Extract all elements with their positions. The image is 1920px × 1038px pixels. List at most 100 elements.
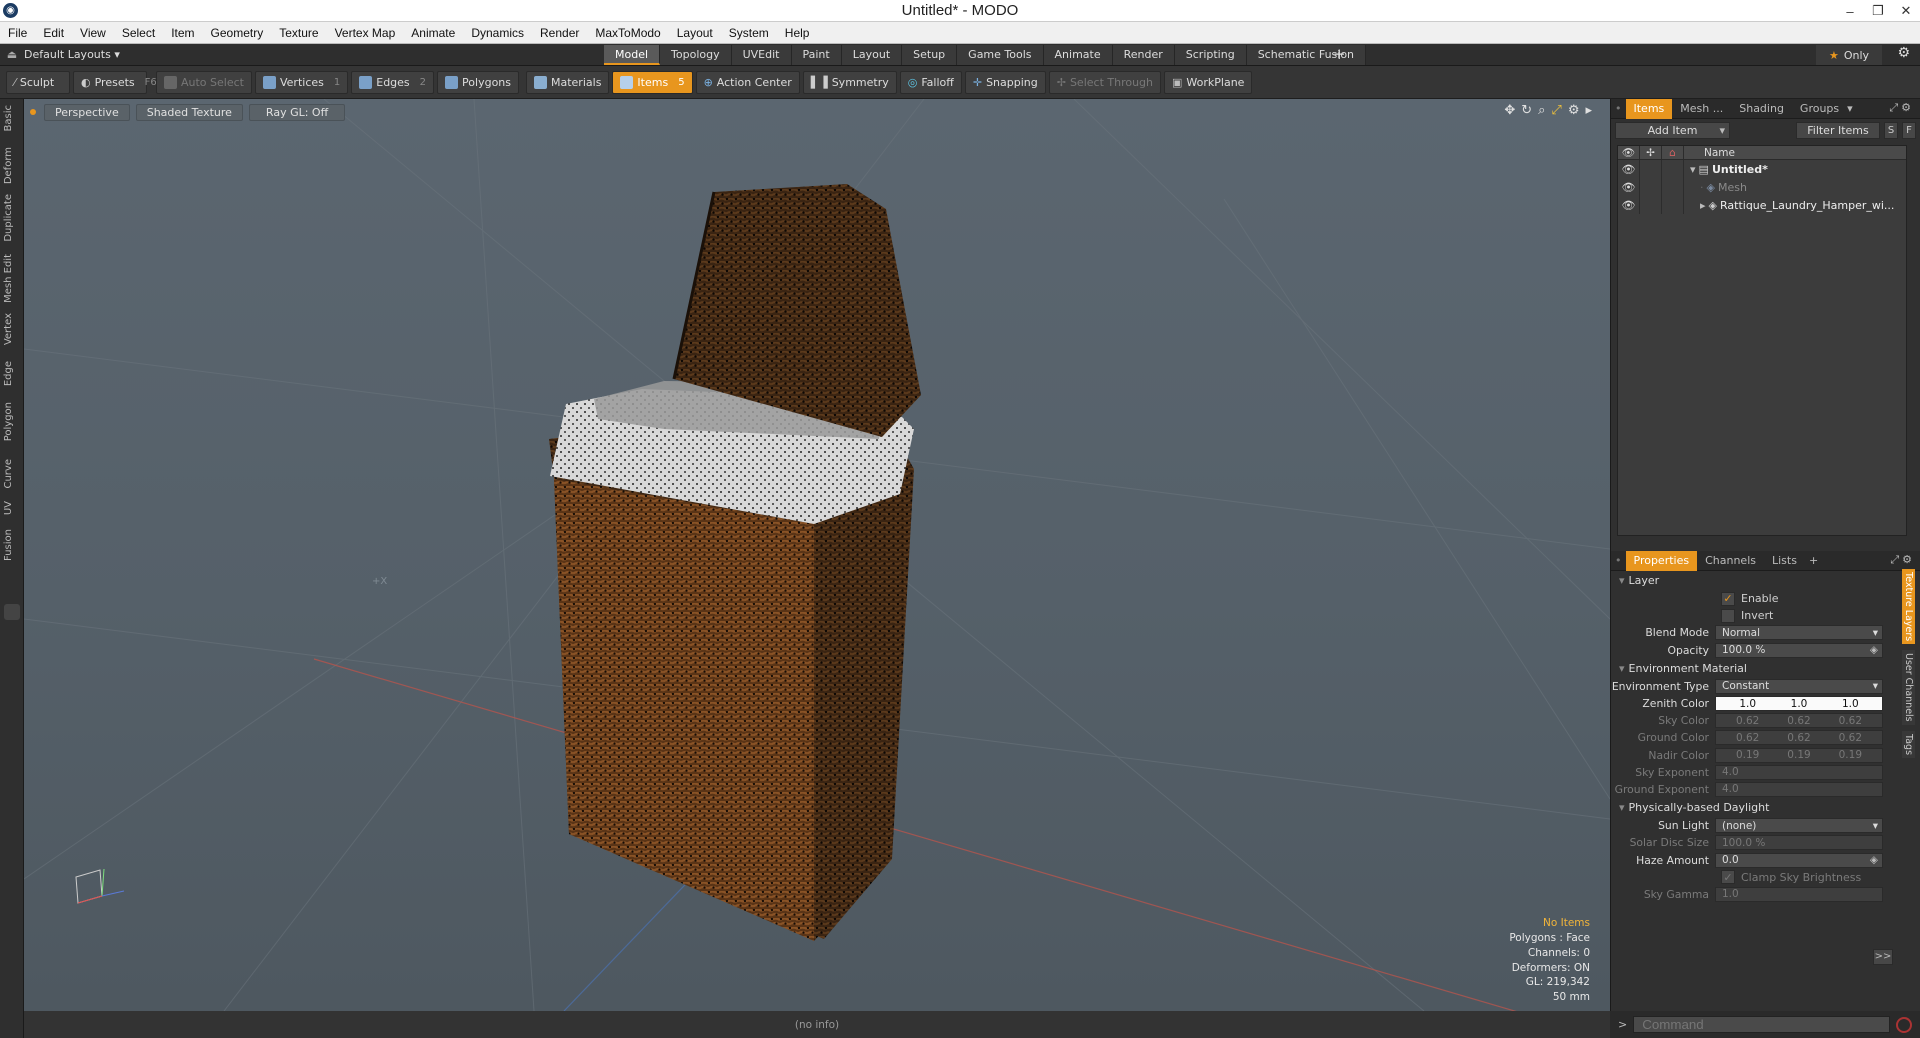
select-through-button[interactable]: ✢ Select Through — [1048, 70, 1162, 94]
zenith-r[interactable]: 1.0 — [1739, 698, 1756, 710]
tab-render[interactable]: Render — [1112, 45, 1175, 65]
panel-expand-icon[interactable]: ⤢⚙ — [1890, 553, 1915, 567]
name-column-header[interactable]: Name — [1684, 147, 1735, 159]
close-button[interactable]: ✕ — [1892, 0, 1920, 22]
solar-disc-field[interactable]: 100.0 % — [1715, 835, 1883, 851]
falloff-button[interactable]: ◎ Falloff — [899, 70, 962, 94]
vtab-vertex[interactable]: Vertex — [3, 313, 21, 345]
invert-checkbox[interactable] — [1721, 608, 1735, 623]
expand-arrow-icon[interactable]: ▾ — [1684, 163, 1696, 176]
lock-slot[interactable] — [1640, 178, 1662, 196]
symmetry-button[interactable]: ▌▐ Symmetry — [802, 70, 897, 94]
zenith-g[interactable]: 1.0 — [1791, 698, 1808, 710]
presets-button[interactable]: ◐ Presets F6 — [73, 70, 157, 94]
menu-view[interactable]: View — [72, 26, 114, 40]
pan-icon[interactable]: ✥ — [1504, 103, 1515, 118]
menu-animate[interactable]: Animate — [403, 26, 463, 40]
rotate-icon[interactable]: ↻ — [1521, 103, 1532, 118]
eye-icon[interactable]: 👁 — [1618, 160, 1640, 178]
vtab-uv[interactable]: UV — [3, 501, 21, 515]
menu-edit[interactable]: Edit — [35, 26, 72, 40]
polygons-button[interactable]: Polygons — [437, 70, 519, 94]
clamp-checkbox[interactable]: ✓ — [1721, 870, 1735, 885]
menu-item[interactable]: Item — [163, 26, 202, 40]
tab-lists[interactable]: Lists — [1764, 551, 1805, 571]
menu-dynamics[interactable]: Dynamics — [463, 26, 532, 40]
vtab-texture-layers[interactable]: Texture Layers — [1902, 569, 1915, 645]
vtab-fusion[interactable]: Fusion — [3, 529, 21, 561]
nadir-b[interactable]: 0.19 — [1839, 749, 1862, 761]
menu-texture[interactable]: Texture — [271, 26, 326, 40]
tab-paint[interactable]: Paint — [791, 45, 842, 65]
menu-layout[interactable]: Layout — [669, 26, 721, 40]
vtab-deform[interactable]: Deform — [3, 147, 21, 184]
ground-b[interactable]: 0.62 — [1839, 732, 1862, 744]
ground-color-field[interactable]: 0.62 0.62 0.62 — [1715, 730, 1883, 746]
environment-material-group[interactable]: ▾ Environment Material — [1611, 659, 1920, 678]
tabs-dropdown-icon[interactable]: ▾ — [1847, 102, 1853, 115]
edges-button[interactable]: Edges 2 — [351, 70, 435, 94]
tab-topology[interactable]: Topology — [660, 45, 732, 65]
render-slot[interactable] — [1662, 178, 1684, 196]
menu-geometry[interactable]: Geometry — [203, 26, 272, 40]
3d-viewport[interactable]: +X Perspective Shaded Texture Ray GL: Of… — [24, 99, 1610, 1011]
panel-expand-icon[interactable]: ⤢⚙ — [1889, 101, 1914, 115]
menu-file[interactable]: File — [0, 26, 35, 40]
sun-light-select[interactable]: (none) ▾ — [1715, 818, 1883, 834]
nadir-r[interactable]: 0.19 — [1736, 749, 1759, 761]
viewport-menu-arrow-icon[interactable]: ▸ — [1585, 103, 1592, 118]
tab-groups[interactable]: Groups — [1792, 99, 1847, 119]
sky-g[interactable]: 0.62 — [1787, 715, 1810, 727]
lock-slot[interactable] — [1640, 160, 1662, 178]
vtab-basic[interactable]: Basic — [3, 105, 21, 131]
tab-shading[interactable]: Shading — [1731, 99, 1792, 119]
gear-icon[interactable]: ⚙ — [1897, 45, 1910, 61]
vtab-polygon[interactable]: Polygon — [3, 402, 21, 441]
sky-color-field[interactable]: 0.62 0.62 0.62 — [1715, 713, 1883, 729]
render-slot[interactable] — [1662, 160, 1684, 178]
f-button[interactable]: F — [1902, 121, 1916, 139]
auto-select-button[interactable]: Auto Select — [156, 70, 252, 94]
tab-properties[interactable]: Properties — [1625, 550, 1698, 571]
vtab-curve[interactable]: Curve — [3, 459, 21, 489]
filter-items-button[interactable]: Filter Items — [1796, 121, 1880, 139]
tab-channels[interactable]: Channels — [1697, 551, 1764, 571]
sculpt-button[interactable]: ⁄ Sculpt — [6, 70, 70, 94]
zenith-b[interactable]: 1.0 — [1842, 698, 1859, 710]
layer-group[interactable]: ▾ Layer — [1611, 571, 1920, 590]
slider-icon[interactable]: ◈ — [1870, 644, 1878, 656]
snapping-button[interactable]: ✛ Snapping — [964, 70, 1046, 94]
tab-mesh[interactable]: Mesh ... — [1672, 99, 1731, 119]
opacity-field[interactable]: 100.0 % ◈ — [1715, 642, 1883, 658]
tab-game-tools[interactable]: Game Tools — [957, 45, 1044, 65]
shading-button[interactable]: Shaded Texture — [135, 103, 243, 121]
menu-help[interactable]: Help — [777, 26, 818, 40]
materials-button[interactable]: Materials — [526, 70, 610, 94]
vtab-edge[interactable]: Edge — [3, 361, 21, 386]
lock-slot[interactable] — [1640, 196, 1662, 214]
viewport-gear-icon[interactable]: ⚙ — [1568, 103, 1580, 118]
menu-select[interactable]: Select — [114, 26, 163, 40]
daylight-group[interactable]: ▾ Physically-based Daylight — [1611, 798, 1920, 817]
nadir-color-field[interactable]: 0.19 0.19 0.19 — [1715, 747, 1883, 763]
layout-home-icon[interactable]: ⏏ — [0, 48, 24, 61]
raygl-button[interactable]: Ray GL: Off — [248, 103, 346, 121]
eye-icon[interactable]: 👁 — [1618, 196, 1640, 214]
tab-layout[interactable]: Layout — [841, 45, 903, 65]
enable-checkbox[interactable]: ✓ — [1721, 591, 1735, 606]
tab-scripting[interactable]: Scripting — [1174, 45, 1247, 65]
only-toggle[interactable]: ★ Only — [1816, 45, 1882, 65]
menu-system[interactable]: System — [721, 26, 777, 40]
tab-setup[interactable]: Setup — [902, 45, 958, 65]
vtab-user-channels[interactable]: User Channels — [1902, 650, 1915, 725]
env-type-select[interactable]: Constant ▾ — [1715, 678, 1883, 694]
zenith-color-field[interactable]: 1.0 1.0 1.0 — [1715, 696, 1883, 712]
zoom-icon[interactable]: ⌕ — [1538, 103, 1545, 118]
slider-icon[interactable]: ◈ — [1870, 854, 1878, 866]
vertices-button[interactable]: Vertices 1 — [254, 70, 349, 94]
tab-model[interactable]: Model — [604, 45, 661, 65]
fit-icon[interactable]: ⤢ — [1551, 103, 1561, 118]
items-button[interactable]: Items 5 — [612, 70, 693, 94]
vtab-duplicate[interactable]: Duplicate — [3, 194, 21, 242]
vtab-mesh-edit[interactable]: Mesh Edit — [3, 254, 21, 303]
